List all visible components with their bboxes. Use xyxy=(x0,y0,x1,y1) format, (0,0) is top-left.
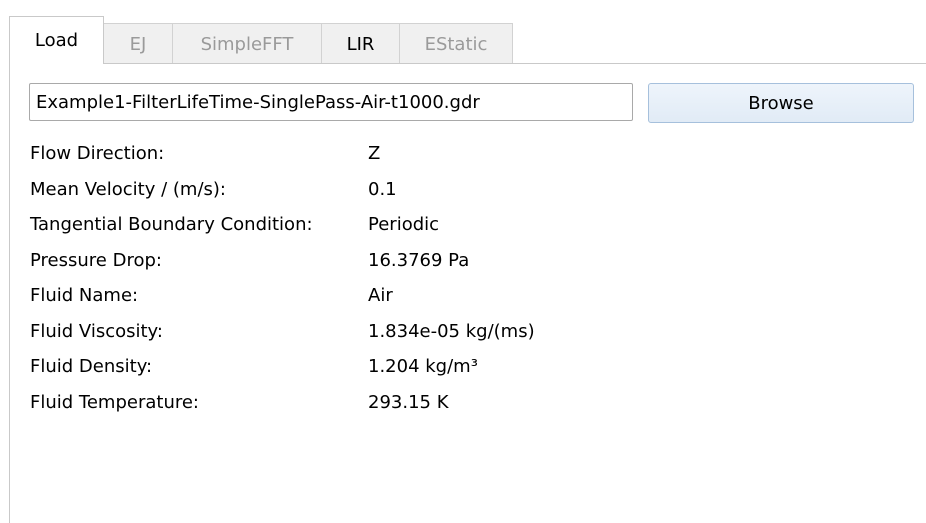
property-value: 1.204 kg/m³ xyxy=(368,356,478,378)
property-row-boundary-condition: Tangential Boundary Condition: Periodic xyxy=(30,207,535,243)
tab-simplefft[interactable]: SimpleFFT xyxy=(172,23,322,64)
property-value: Z xyxy=(368,143,381,165)
property-value: Periodic xyxy=(368,214,440,236)
property-row-pressure-drop: Pressure Drop: 16.3769 Pa xyxy=(30,243,535,279)
property-row-fluid-density: Fluid Density: 1.204 kg/m³ xyxy=(30,349,535,385)
property-label: Tangential Boundary Condition: xyxy=(30,214,313,236)
file-path-input[interactable] xyxy=(29,83,633,121)
property-value: 16.3769 Pa xyxy=(368,249,470,271)
property-row-fluid-viscosity: Fluid Viscosity: 1.834e-05 kg/(ms) xyxy=(30,314,535,350)
property-label: Fluid Name: xyxy=(30,285,139,307)
property-row-mean-velocity: Mean Velocity / (m/s): 0.1 xyxy=(30,172,535,208)
property-label: Fluid Temperature: xyxy=(30,391,199,413)
load-tab-panel: Browse Flow Direction: Z Mean Velocity /… xyxy=(9,63,926,523)
property-label: Fluid Viscosity: xyxy=(30,320,163,342)
property-label: Fluid Density: xyxy=(30,356,153,378)
property-label: Pressure Drop: xyxy=(30,249,162,271)
property-value: 1.834e-05 kg/(ms) xyxy=(368,320,535,342)
property-value: 0.1 xyxy=(368,178,397,200)
tab-load[interactable]: Load xyxy=(9,16,104,64)
tab-bar: Load EJ SimpleFFT LIR EStatic xyxy=(9,16,513,64)
tab-lir[interactable]: LIR xyxy=(321,23,400,64)
property-row-flow-direction: Flow Direction: Z xyxy=(30,136,535,172)
property-label: Flow Direction: xyxy=(30,143,165,165)
tab-estatic[interactable]: EStatic xyxy=(399,23,513,64)
property-row-fluid-temperature: Fluid Temperature: 293.15 K xyxy=(30,385,535,421)
property-value: Air xyxy=(368,285,393,307)
property-row-fluid-name: Fluid Name: Air xyxy=(30,278,535,314)
property-value: 293.15 K xyxy=(368,391,449,413)
properties-list: Flow Direction: Z Mean Velocity / (m/s):… xyxy=(30,136,535,420)
tab-ej[interactable]: EJ xyxy=(103,23,173,64)
browse-button[interactable]: Browse xyxy=(648,83,914,123)
property-label: Mean Velocity / (m/s): xyxy=(30,178,226,200)
